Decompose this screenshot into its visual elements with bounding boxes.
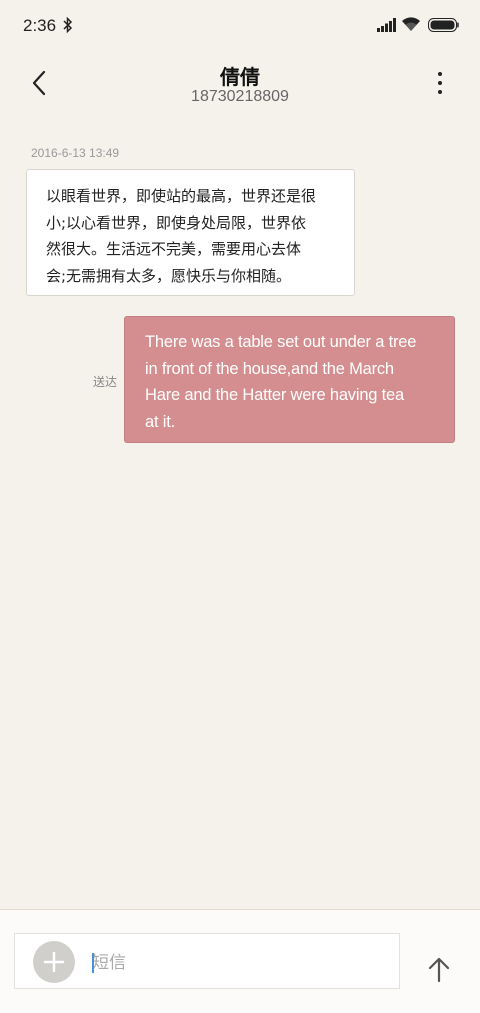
outgoing-message-bubble[interactable]: There was a table set out under a tree i… — [124, 316, 455, 443]
message-line: at it. — [145, 412, 175, 431]
incoming-message-bubble[interactable]: 以眼看世界，即使站的最高，世界还是很 小;以心看世界，即使身处局限，世界依 然很… — [26, 169, 355, 296]
message-line: in front of the house,and the March — [145, 359, 394, 378]
text-cursor — [92, 953, 94, 973]
add-attachment-button[interactable] — [33, 941, 75, 983]
status-bar: 2:36 — [0, 0, 480, 52]
contact-phone-number: 18730218809 — [191, 88, 289, 105]
battery-icon — [428, 18, 459, 32]
contact-name: 倩倩 — [220, 67, 260, 89]
message-line: Hare and the Hatter were having tea — [145, 386, 404, 404]
more-vertical-icon — [438, 72, 442, 94]
wifi-icon — [402, 17, 420, 31]
send-button[interactable] — [426, 955, 452, 983]
message-input[interactable] — [92, 950, 382, 976]
signal-icon — [377, 18, 396, 32]
plus-icon — [43, 951, 65, 973]
message-line: 然很大。生活远不完美，需要用心去体 — [46, 240, 302, 258]
message-timestamp: 2016-6-13 13:49 — [31, 146, 120, 160]
bluetooth-icon — [63, 16, 73, 34]
message-line: 小;以心看世界，即使身处局限，世界依 — [46, 213, 307, 232]
message-line: 以眼看世界，即使站的最高，世界还是很 — [46, 187, 317, 205]
more-options-button[interactable] — [428, 68, 452, 98]
message-line: There was a table set out under a tree — [145, 333, 417, 351]
arrow-up-icon — [428, 957, 450, 983]
status-time: 2:36 — [23, 16, 57, 35]
delivery-status: 送达 — [93, 375, 118, 389]
message-line: 会;无需拥有太多，愿快乐与你相随。 — [46, 266, 292, 285]
